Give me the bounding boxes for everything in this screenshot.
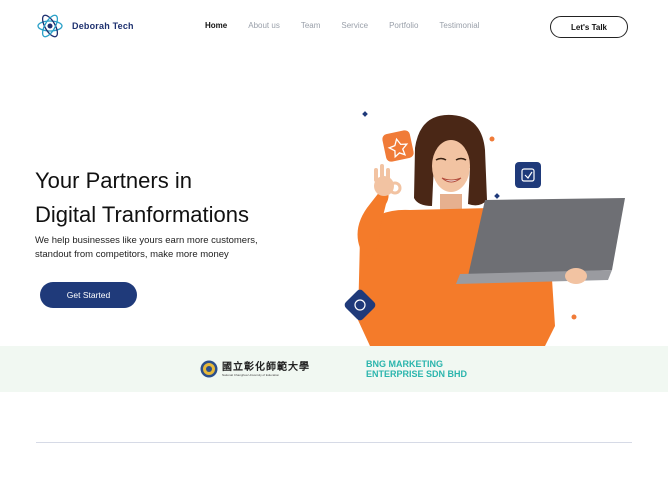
- hero-subtitle-line2: standout from competitors, make more mon…: [35, 249, 229, 260]
- partner-university: 國立彰化師範大學 National Changhua University of…: [200, 360, 310, 378]
- university-text: 國立彰化師範大學 National Changhua University of…: [222, 362, 310, 377]
- atom-logo-icon: [37, 14, 63, 38]
- partner-company: BNG MARKETING ENTERPRISE SDN BHD: [366, 359, 467, 379]
- site-header: Deborah Tech Home About us Team Service …: [0, 0, 668, 54]
- decor-dot: [362, 111, 368, 117]
- university-subtitle: National Changhua University of Educatio…: [222, 372, 280, 377]
- hero-subtitle-line1: We help businesses like yours earn more …: [35, 235, 258, 246]
- hero-subtitle: We help businesses like yours earn more …: [35, 234, 295, 262]
- section-divider: [36, 442, 632, 443]
- university-name: 國立彰化師範大學: [222, 361, 310, 373]
- hero-title-line2: Digital Tranformations: [35, 202, 249, 227]
- nav-team[interactable]: Team: [301, 21, 321, 30]
- hero-title: Your Partners in Digital Tranformations: [35, 164, 335, 232]
- main-nav: Home About us Team Service Portfolio Tes…: [205, 21, 500, 30]
- company-name-line1: BNG MARKETING: [366, 359, 443, 369]
- nav-about[interactable]: About us: [248, 21, 280, 30]
- star-badge-icon: [382, 130, 414, 162]
- university-seal-icon: [200, 360, 218, 378]
- partners-band: [0, 346, 668, 392]
- nav-service[interactable]: Service: [341, 21, 368, 30]
- nav-portfolio[interactable]: Portfolio: [389, 21, 418, 30]
- decor-dot: [494, 193, 500, 199]
- nav-testimonial[interactable]: Testimonial: [439, 21, 479, 30]
- nav-home[interactable]: Home: [205, 21, 227, 30]
- company-name-line2: ENTERPRISE SDN BHD: [366, 369, 468, 379]
- hero-title-line1: Your Partners in: [35, 168, 192, 193]
- get-started-button[interactable]: Get Started: [40, 282, 137, 308]
- check-badge-icon: [515, 162, 541, 188]
- hero-illustration: [344, 111, 625, 346]
- decor-dot: [489, 136, 495, 142]
- lets-talk-button[interactable]: Let's Talk: [550, 16, 628, 38]
- brand-logo[interactable]: Deborah Tech: [36, 12, 134, 40]
- decor-dot: [571, 314, 577, 320]
- brand-name: Deborah Tech: [72, 21, 134, 31]
